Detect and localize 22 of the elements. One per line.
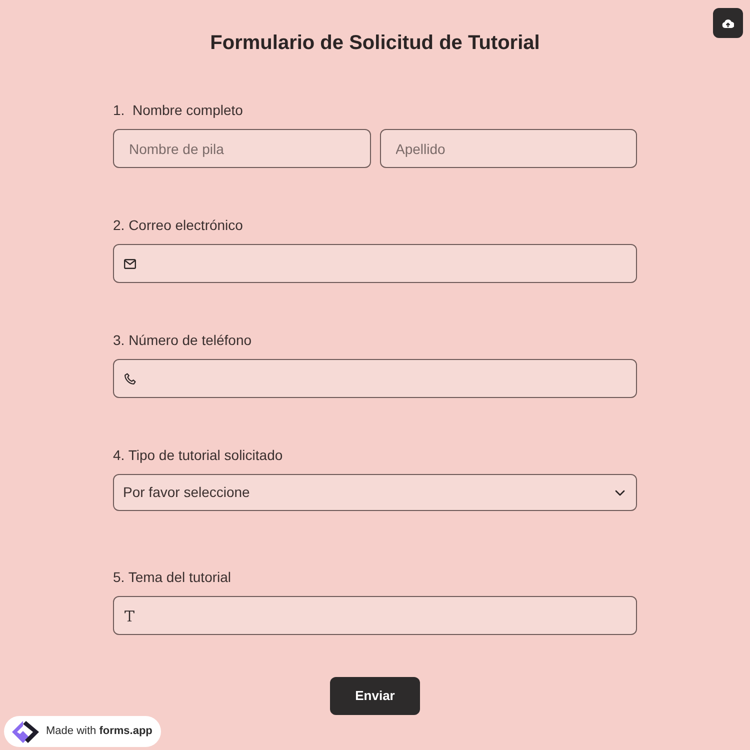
cloud-upload-button[interactable] [713, 8, 743, 38]
submit-button[interactable]: Enviar [330, 677, 420, 715]
select-field[interactable]: Por favor seleccione [113, 474, 637, 511]
phone-icon [124, 372, 136, 384]
made-with-text: Made with forms.app [46, 724, 152, 740]
last-name-field[interactable]: Apellido [380, 129, 637, 168]
form-title: Formulario de Solicitud de Tutorial [209, 31, 541, 56]
email-field[interactable] [113, 244, 637, 283]
question-label: 3. Número de teléfono [113, 331, 253, 350]
question-label: 5. Tema del tutorial [113, 568, 232, 587]
text-field[interactable] [113, 596, 637, 635]
question-label: 1. Nombre completo [113, 101, 244, 120]
question-label: 4. Tipo de tutorial solicitado [113, 446, 284, 465]
question-label: 2. Correo electrónico [113, 216, 244, 235]
chevron-down-icon [615, 490, 625, 496]
made-with-badge[interactable]: Made with forms.app [4, 716, 161, 747]
text-t-icon [124, 610, 135, 622]
envelope-icon [124, 258, 136, 268]
first-name-field[interactable]: Nombre de pila [113, 129, 370, 168]
cloud-upload-icon [722, 18, 734, 28]
phone-field[interactable] [113, 359, 637, 398]
forms-app-logo-icon [11, 720, 40, 744]
